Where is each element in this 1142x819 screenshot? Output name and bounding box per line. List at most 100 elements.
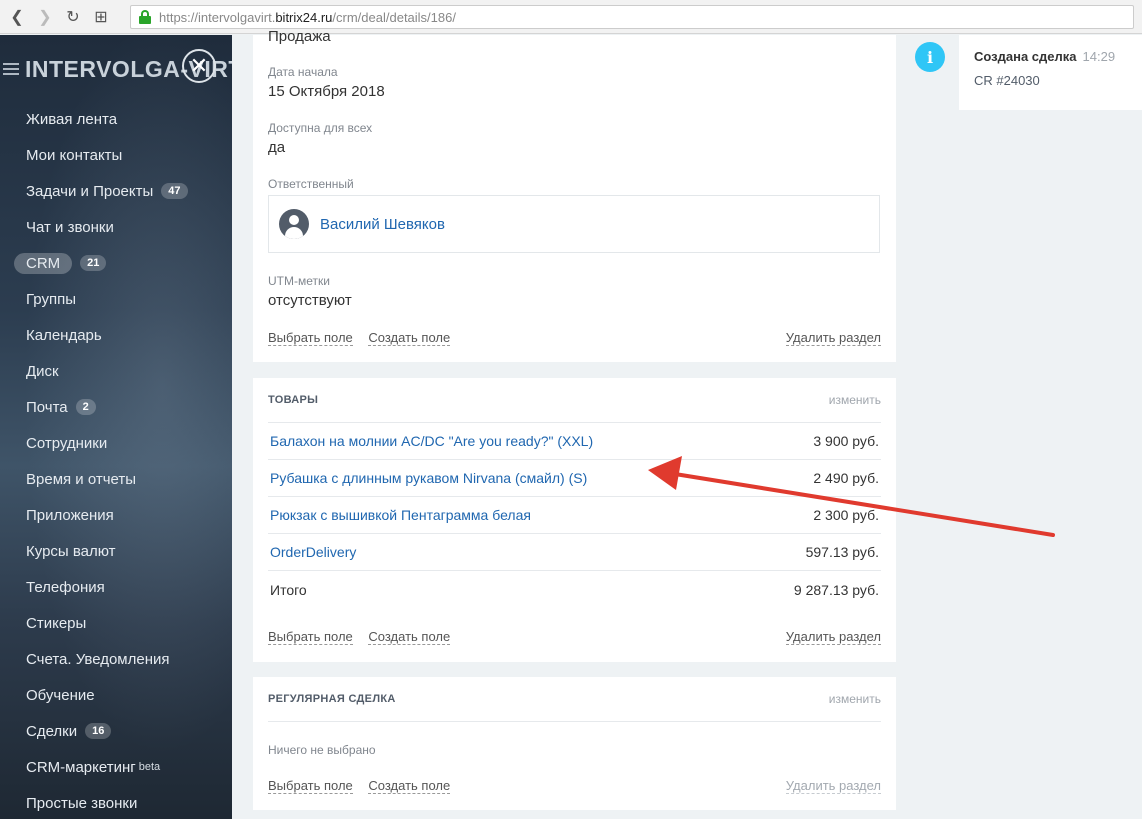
- product-row: OrderDelivery 597.13 руб.: [268, 534, 881, 571]
- sidebar-item[interactable]: Счета. Уведомления: [0, 641, 232, 677]
- sidebar-item[interactable]: Чат и звонки: [0, 209, 232, 245]
- sidebar-item-label: Группы: [26, 290, 76, 308]
- counter-badge: 16: [85, 723, 112, 739]
- sidebar-item-label: Курсы валют: [26, 542, 116, 560]
- deal-type-value: Продажа: [268, 28, 331, 45]
- product-name-link[interactable]: Рубашка с длинным рукавом Nirvana (смайл…: [270, 470, 587, 486]
- delete-section-button[interactable]: Удалить раздел: [785, 629, 881, 645]
- sidebar-item[interactable]: Задачи и Проекты 47: [0, 173, 232, 209]
- start-date-label: Дата начала: [268, 65, 338, 79]
- sidebar-item[interactable]: Живая лента: [0, 101, 232, 137]
- back-icon[interactable]: ❮: [6, 6, 28, 28]
- recurring-title: РЕГУЛЯРНАЯ СДЕЛКА: [268, 693, 396, 705]
- left-sidebar: INTERVOLGA-VIRT ✕ Живая лента Мои контакт…: [0, 35, 232, 819]
- delete-section-button[interactable]: Удалить раздел: [785, 330, 881, 346]
- sidebar-item-label: Календарь: [26, 326, 102, 344]
- sidebar-item[interactable]: Стикеры: [0, 605, 232, 641]
- close-icon[interactable]: ✕: [182, 49, 216, 83]
- sidebar-item-label: Простые звонки: [26, 794, 138, 812]
- sidebar-item[interactable]: CRM-маркетинг beta: [0, 749, 232, 785]
- select-field-button[interactable]: Выбрать поле: [268, 629, 353, 645]
- sidebar-item[interactable]: Сотрудники: [0, 425, 232, 461]
- available-label: Доступна для всех: [268, 121, 373, 135]
- create-field-button[interactable]: Создать поле: [368, 629, 451, 645]
- utm-label: UTM-метки: [268, 274, 330, 288]
- sidebar-item-label: CRM: [14, 252, 73, 274]
- url-path: /crm/deal/details/186/: [332, 9, 456, 25]
- create-field-button[interactable]: Создать поле: [368, 330, 451, 346]
- sidebar-item-label: Время и отчеты: [26, 470, 137, 488]
- section-actions: Выбрать поле Создать поле Удалить раздел: [268, 330, 881, 346]
- create-field-button[interactable]: Создать поле: [368, 778, 451, 794]
- browser-toolbar: ❮ ❯ ↻ ⊞ https://intervolgavirt. bitrix24.…: [0, 0, 1142, 34]
- products-edit-button[interactable]: изменить: [829, 393, 881, 407]
- available-value[interactable]: да: [268, 139, 285, 156]
- product-row: Балахон на молнии AC/DC "Are you ready?"…: [268, 423, 881, 460]
- lock-icon: [139, 10, 151, 24]
- reload-icon[interactable]: ↻: [62, 6, 84, 28]
- section-actions: Выбрать поле Создать поле Удалить раздел: [268, 629, 881, 645]
- sidebar-item[interactable]: Приложения: [0, 497, 232, 533]
- empty-state: Ничего не выбрано: [268, 743, 376, 757]
- sidebar-item[interactable]: Сделки 16: [0, 713, 232, 749]
- responsible-label: Ответственный: [268, 177, 354, 191]
- product-name-link[interactable]: OrderDelivery: [270, 544, 356, 560]
- sidebar-item[interactable]: Календарь: [0, 317, 232, 353]
- sidebar-item-label: Задачи и Проекты: [26, 182, 154, 200]
- sidebar-item[interactable]: Мои контакты: [0, 137, 232, 173]
- products-list: Балахон на молнии AC/DC "Are you ready?"…: [268, 423, 881, 608]
- product-name-link[interactable]: Рюкзак с вышивкой Пентаграмма белая: [270, 507, 531, 523]
- select-field-button[interactable]: Выбрать поле: [268, 330, 353, 346]
- url-host: bitrix24.ru: [275, 9, 333, 25]
- sidebar-item[interactable]: Почта 2: [0, 389, 232, 425]
- sidebar-item-label: Приложения: [26, 506, 114, 524]
- counter-badge: 47: [161, 183, 188, 199]
- timeline-subtitle: CR #24030: [974, 73, 1040, 88]
- sidebar-item-label: Обучение: [26, 686, 95, 704]
- product-price: 2 300 руб.: [813, 507, 879, 523]
- sidebar-menu: Живая лента Мои контакты Задачи и Проекты 4…: [0, 101, 232, 819]
- sidebar-item[interactable]: Обучение: [0, 677, 232, 713]
- sidebar-item-label: Телефония: [26, 578, 105, 596]
- menu-icon[interactable]: [3, 63, 19, 75]
- sidebar-item[interactable]: Диск: [0, 353, 232, 389]
- counter-badge: 2: [75, 399, 96, 415]
- info-icon: i: [915, 42, 945, 72]
- product-name-link[interactable]: Балахон на молнии AC/DC "Are you ready?"…: [270, 433, 593, 449]
- delete-section-button: Удалить раздел: [785, 778, 881, 794]
- deal-info-card: Продажа Дата начала 15 Октября 2018 Дост…: [253, 28, 896, 362]
- sidebar-item-label: CRM-маркетинг: [26, 758, 136, 776]
- total-value: 9 287.13 руб.: [793, 581, 879, 598]
- sidebar-item[interactable]: Курсы валют: [0, 533, 232, 569]
- sidebar-item[interactable]: Время и отчеты: [0, 461, 232, 497]
- sidebar-item-label: Сделки: [26, 722, 78, 740]
- sidebar-item[interactable]: Телефония: [0, 569, 232, 605]
- products-card: ТОВАРЫ изменить Балахон на молнии AC/DC …: [253, 378, 896, 662]
- timeline-entry: Создана сделка 14:29 CR #24030: [959, 35, 1142, 110]
- timeline-title-text: Создана сделка: [974, 49, 1077, 64]
- sidebar-item[interactable]: CRM 21: [0, 245, 232, 281]
- products-title: ТОВАРЫ: [268, 394, 319, 406]
- product-price: 2 490 руб.: [813, 470, 879, 486]
- recurring-edit-button[interactable]: изменить: [829, 692, 881, 706]
- responsible-name[interactable]: Василий Шевяков: [320, 216, 445, 233]
- timeline-title: Создана сделка 14:29: [974, 49, 1115, 64]
- start-date-value[interactable]: 15 Октября 2018: [268, 83, 385, 100]
- responsible-box[interactable]: Василий Шевяков: [268, 195, 880, 253]
- sidebar-item-label: Почта: [26, 398, 68, 416]
- sidebar-item-label: Сотрудники: [26, 434, 108, 452]
- forward-icon[interactable]: ❯: [34, 6, 56, 28]
- select-field-button[interactable]: Выбрать поле: [268, 778, 353, 794]
- sidebar-item[interactable]: Группы: [0, 281, 232, 317]
- address-bar[interactable]: https://intervolgavirt. bitrix24.ru/crm/d…: [130, 5, 1134, 29]
- product-price: 597.13 руб.: [805, 544, 879, 560]
- sidebar-item-sup: beta: [138, 761, 161, 773]
- timeline-time: 14:29: [1082, 49, 1116, 64]
- sidebar-item-label: Счета. Уведомления: [26, 650, 170, 668]
- product-row: Рубашка с длинным рукавом Nirvana (смайл…: [268, 460, 881, 497]
- apps-icon[interactable]: ⊞: [90, 6, 112, 28]
- sidebar-item[interactable]: Простые звонки: [0, 785, 232, 819]
- sidebar-item-label: Диск: [26, 362, 59, 380]
- sidebar-item-label: Чат и звонки: [26, 218, 114, 236]
- total-row: Итого 9 287.13 руб.: [268, 571, 881, 608]
